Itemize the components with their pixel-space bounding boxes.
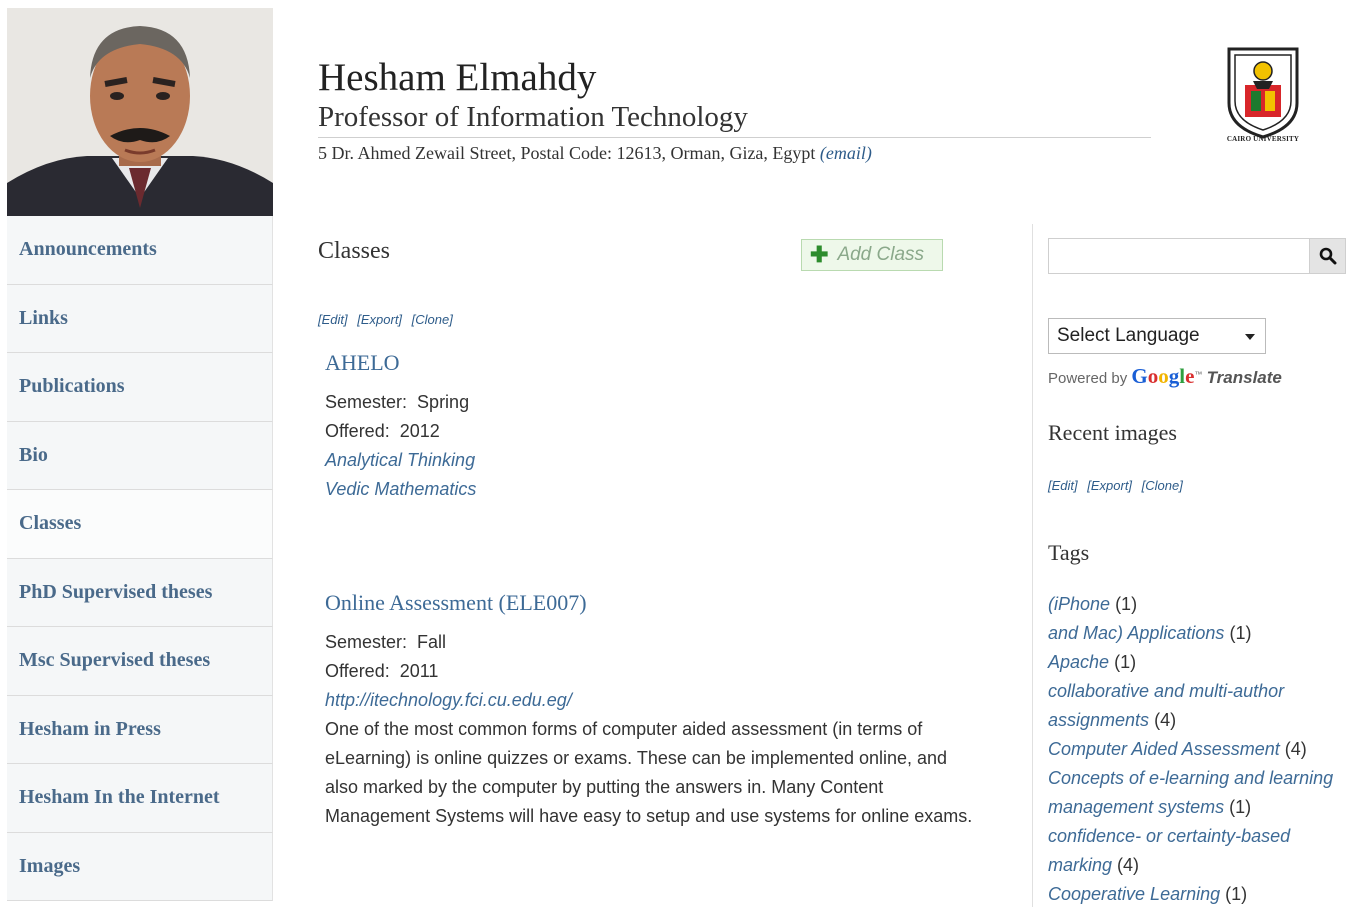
nav-item-announcements[interactable]: Announcements: [7, 216, 273, 285]
class-item: AHELO Semester: Spring Offered: 2012 Ana…: [325, 350, 476, 504]
class-related-link[interactable]: Analytical Thinking: [325, 446, 476, 475]
add-class-label: Add Class: [837, 244, 925, 265]
site-header: Hesham Elmahdy Professor of Information …: [318, 56, 1151, 164]
clone-link[interactable]: [Clone]: [1142, 478, 1183, 493]
class-url-link[interactable]: http://itechnology.fci.cu.edu.eg/: [325, 686, 985, 715]
semester-value: Fall: [417, 632, 447, 652]
tag-link[interactable]: confidence- or certainty-based marking: [1048, 826, 1290, 875]
tag-count: (4): [1117, 855, 1140, 875]
nav-item-msc-theses[interactable]: Msc Supervised theses: [7, 627, 273, 696]
semester-label: Semester:: [325, 392, 408, 412]
nav-item-in-internet[interactable]: Hesham In the Internet: [7, 764, 273, 833]
search-box: [1048, 238, 1346, 274]
nav-item-in-press[interactable]: Hesham in Press: [7, 695, 273, 764]
plus-icon: ✚: [810, 242, 829, 267]
google-logo[interactable]: Google: [1131, 364, 1194, 388]
sidebar-nav: Announcements Links Publications Bio Cla…: [7, 216, 273, 901]
university-logo: CAIRO UNIVERSITY: [1215, 45, 1311, 145]
tag-count: (4): [1284, 739, 1307, 759]
class-title-link[interactable]: Online Assessment (ELE007): [325, 590, 985, 616]
language-select[interactable]: Select Language: [1048, 318, 1266, 354]
offered-value: 2012: [399, 421, 440, 441]
tags-heading: Tags: [1048, 540, 1090, 565]
tag-count: (1): [1229, 623, 1252, 643]
site-address: 5 Dr. Ahmed Zewail Street, Postal Code: …: [318, 143, 1151, 164]
search-icon: [1319, 247, 1336, 265]
tag-item: and Mac) Applications (1): [1048, 619, 1348, 648]
offered-label: Offered:: [325, 661, 390, 681]
admin-links: [Edit] [Export] [Clone]: [318, 312, 459, 327]
tag-item: confidence- or certainty-based marking (…: [1048, 822, 1348, 880]
tag-item: Concepts of e-learning and learning mana…: [1048, 764, 1348, 822]
edit-link[interactable]: [Edit]: [318, 312, 348, 327]
search-button[interactable]: [1309, 239, 1345, 273]
logo-caption: CAIRO UNIVERSITY: [1226, 135, 1300, 143]
email-link[interactable]: (email): [820, 143, 872, 163]
search-input[interactable]: [1049, 239, 1309, 273]
tag-item: Apache (1): [1048, 648, 1348, 677]
tag-count: (1): [1229, 797, 1252, 817]
powered-by-prefix: Powered by: [1048, 370, 1128, 387]
page-heading: Classes: [318, 238, 390, 264]
tag-count: (1): [1114, 652, 1137, 672]
tag-link[interactable]: Apache: [1048, 652, 1109, 672]
nav-item-links[interactable]: Links: [7, 284, 273, 353]
nav-item-classes[interactable]: Classes: [7, 490, 273, 559]
class-semester: Semester: Spring: [325, 388, 476, 417]
tag-list: (iPhone (1) and Mac) Applications (1) Ap…: [1048, 590, 1348, 907]
dropdown-caret-icon: [1245, 334, 1255, 340]
export-link[interactable]: [Export]: [357, 312, 402, 327]
translate-label[interactable]: Translate: [1207, 368, 1282, 387]
tag-link[interactable]: (iPhone: [1048, 594, 1110, 614]
semester-value: Spring: [417, 392, 470, 412]
nav-item-images[interactable]: Images: [7, 832, 273, 901]
tag-link[interactable]: Computer Aided Assessment: [1048, 739, 1280, 759]
offered-value: 2011: [399, 661, 439, 681]
nav-item-phd-theses[interactable]: PhD Supervised theses: [7, 558, 273, 627]
class-offered: Offered: 2011: [325, 657, 985, 686]
edit-link[interactable]: [Edit]: [1048, 478, 1078, 493]
class-semester: Semester: Fall: [325, 628, 985, 657]
tag-link[interactable]: Cooperative Learning: [1048, 884, 1220, 904]
tag-count: (1): [1225, 884, 1248, 904]
site-subtitle: Professor of Information Technology: [318, 100, 1151, 138]
add-class-button[interactable]: ✚ Add Class: [801, 239, 943, 271]
tag-item: Cooperative Learning (1): [1048, 880, 1348, 907]
recent-images-heading: Recent images: [1048, 420, 1177, 445]
offered-label: Offered:: [325, 421, 390, 441]
column-divider: [1032, 224, 1033, 907]
address-text: 5 Dr. Ahmed Zewail Street, Postal Code: …: [318, 143, 816, 163]
recent-images-admin-links: [Edit] [Export] [Clone]: [1048, 478, 1189, 493]
clone-link[interactable]: [Clone]: [412, 312, 453, 327]
tag-count: (4): [1154, 710, 1177, 730]
class-related-link[interactable]: Vedic Mathematics: [325, 475, 476, 504]
tag-item: collaborative and multi-author assignmen…: [1048, 677, 1348, 735]
class-description: One of the most common forms of computer…: [325, 719, 973, 826]
tag-link[interactable]: Concepts of e-learning and learning mana…: [1048, 768, 1333, 817]
tag-count: (1): [1115, 594, 1138, 614]
class-offered: Offered: 2012: [325, 417, 476, 446]
language-select-value: Select Language: [1057, 325, 1200, 346]
semester-label: Semester:: [325, 632, 408, 652]
class-item: Online Assessment (ELE007) Semester: Fal…: [325, 590, 985, 831]
nav-item-publications[interactable]: Publications: [7, 353, 273, 422]
profile-photo: [7, 8, 273, 216]
tag-item: Computer Aided Assessment (4): [1048, 735, 1348, 764]
tag-link[interactable]: and Mac) Applications: [1048, 623, 1224, 643]
powered-by-google: Powered by Google™ Translate: [1048, 364, 1282, 389]
nav-item-bio[interactable]: Bio: [7, 421, 273, 490]
class-title-link[interactable]: AHELO: [325, 350, 476, 376]
export-link[interactable]: [Export]: [1087, 478, 1132, 493]
site-name[interactable]: Hesham Elmahdy: [318, 56, 1151, 100]
trademark-symbol: ™: [1194, 370, 1203, 379]
tag-item: (iPhone (1): [1048, 590, 1348, 619]
